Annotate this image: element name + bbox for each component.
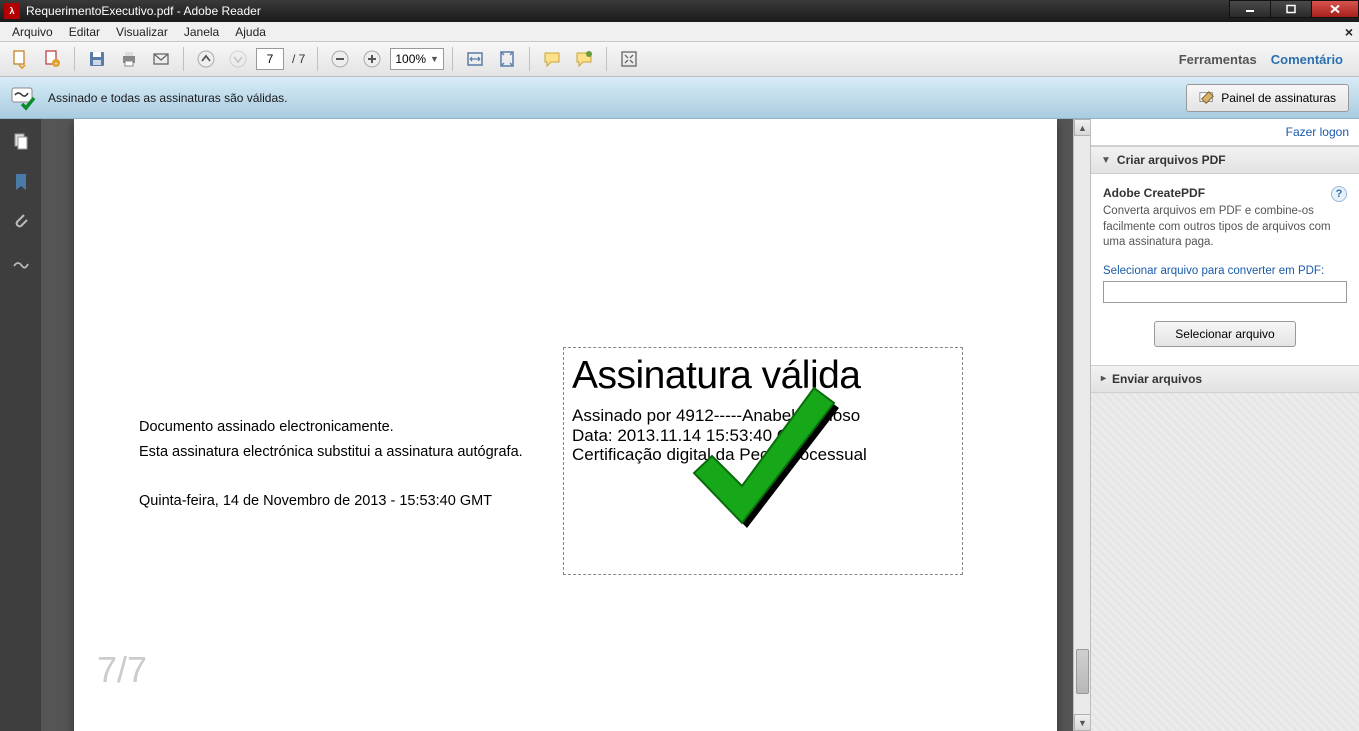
app-icon: λ bbox=[4, 3, 20, 19]
read-mode-button[interactable] bbox=[615, 45, 643, 73]
create-pdf-button[interactable]: + bbox=[38, 45, 66, 73]
menu-janela[interactable]: Janela bbox=[176, 23, 227, 41]
maximize-button[interactable] bbox=[1270, 0, 1312, 18]
document-viewport[interactable]: Documento assinado electronicamente. Est… bbox=[41, 119, 1090, 731]
page-up-button[interactable] bbox=[192, 45, 220, 73]
fit-page-button[interactable] bbox=[493, 45, 521, 73]
create-pdf-section-body: ? Adobe CreatePDF Converta arquivos em P… bbox=[1091, 174, 1359, 365]
checkmark-icon bbox=[679, 383, 854, 558]
document-date-text: Quinta-feira, 14 de Novembro de 2013 - 1… bbox=[139, 493, 492, 509]
pdf-page: Documento assinado electronicamente. Est… bbox=[74, 119, 1057, 731]
send-files-section-header[interactable]: ▸ Enviar arquivos bbox=[1091, 365, 1359, 393]
login-bar: Fazer logon bbox=[1091, 119, 1359, 146]
comment-tab[interactable]: Comentário bbox=[1271, 52, 1343, 67]
toolbar: + / 7 100%▼ Ferramentas Comentário bbox=[0, 42, 1359, 77]
caret-down-icon: ▼ bbox=[1101, 155, 1111, 166]
page-total-label: / 7 bbox=[288, 52, 309, 66]
scroll-down-button[interactable]: ▼ bbox=[1074, 714, 1090, 731]
email-button[interactable] bbox=[147, 45, 175, 73]
select-file-button[interactable]: Selecionar arquivo bbox=[1154, 321, 1295, 347]
caret-down-icon: ▼ bbox=[430, 54, 439, 64]
titlebar: λ RequerimentoExecutivo.pdf - Adobe Read… bbox=[0, 0, 1359, 22]
svg-text:+: + bbox=[54, 62, 58, 68]
close-button[interactable] bbox=[1311, 0, 1359, 18]
signature-valid-icon bbox=[10, 84, 38, 112]
createpdf-title: Adobe CreatePDF bbox=[1103, 186, 1205, 200]
export-pdf-button[interactable] bbox=[6, 45, 34, 73]
signature-panel-button[interactable]: Painel de assinaturas bbox=[1186, 84, 1349, 112]
createpdf-desc: Converta arquivos em PDF e combine-os fa… bbox=[1103, 204, 1347, 251]
bookmarks-button[interactable] bbox=[6, 167, 36, 197]
page-number-input[interactable] bbox=[256, 48, 284, 70]
menu-ajuda[interactable]: Ajuda bbox=[227, 23, 274, 41]
save-button[interactable] bbox=[83, 45, 111, 73]
signatures-rail-button[interactable] bbox=[6, 247, 36, 277]
scroll-up-button[interactable]: ▲ bbox=[1074, 119, 1090, 136]
select-file-label: Selecionar arquivo para converter em PDF… bbox=[1103, 265, 1347, 277]
file-path-input[interactable] bbox=[1103, 281, 1347, 303]
main-area: Documento assinado electronicamente. Est… bbox=[0, 119, 1359, 731]
caret-right-icon: ▸ bbox=[1101, 373, 1106, 384]
menu-visualizar[interactable]: Visualizar bbox=[108, 23, 176, 41]
menu-editar[interactable]: Editar bbox=[61, 23, 108, 41]
fit-width-button[interactable] bbox=[461, 45, 489, 73]
comment-button[interactable] bbox=[538, 45, 566, 73]
page-down-button[interactable] bbox=[224, 45, 252, 73]
zoom-out-button[interactable] bbox=[326, 45, 354, 73]
highlight-button[interactable] bbox=[570, 45, 598, 73]
signature-status-bar: Assinado e todas as assinaturas são váli… bbox=[0, 77, 1359, 119]
signature-status-text: Assinado e todas as assinaturas são váli… bbox=[48, 91, 1186, 105]
window-controls bbox=[1230, 0, 1359, 22]
create-pdf-section-header[interactable]: ▼ Criar arquivos PDF bbox=[1091, 146, 1359, 174]
window-title: RequerimentoExecutivo.pdf - Adobe Reader bbox=[26, 4, 1230, 18]
page-folio: 7/7 bbox=[97, 649, 147, 691]
scroll-thumb[interactable] bbox=[1076, 649, 1089, 694]
menu-arquivo[interactable]: Arquivo bbox=[4, 23, 61, 41]
signature-box[interactable]: Assinatura válida Assinado por 4912-----… bbox=[563, 347, 963, 575]
pen-icon bbox=[1199, 90, 1215, 106]
document-body-text: Documento assinado electronicamente. Est… bbox=[139, 415, 523, 464]
minimize-button[interactable] bbox=[1229, 0, 1271, 18]
menubar: Arquivo Editar Visualizar Janela Ajuda × bbox=[0, 22, 1359, 42]
print-button[interactable] bbox=[115, 45, 143, 73]
vertical-scrollbar[interactable]: ▲ ▼ bbox=[1073, 119, 1090, 731]
zoom-dropdown[interactable]: 100%▼ bbox=[390, 48, 444, 70]
attachments-button[interactable] bbox=[6, 207, 36, 237]
zoom-in-button[interactable] bbox=[358, 45, 386, 73]
thumbnails-button[interactable] bbox=[6, 127, 36, 157]
right-panel-filler bbox=[1091, 393, 1359, 731]
help-icon[interactable]: ? bbox=[1331, 186, 1347, 202]
login-link[interactable]: Fazer logon bbox=[1286, 125, 1349, 139]
menubar-close-icon[interactable]: × bbox=[1345, 24, 1353, 40]
tools-tab[interactable]: Ferramentas bbox=[1179, 52, 1257, 67]
right-panel: Fazer logon ▼ Criar arquivos PDF ? Adobe… bbox=[1090, 119, 1359, 731]
left-nav-rail bbox=[0, 119, 41, 731]
